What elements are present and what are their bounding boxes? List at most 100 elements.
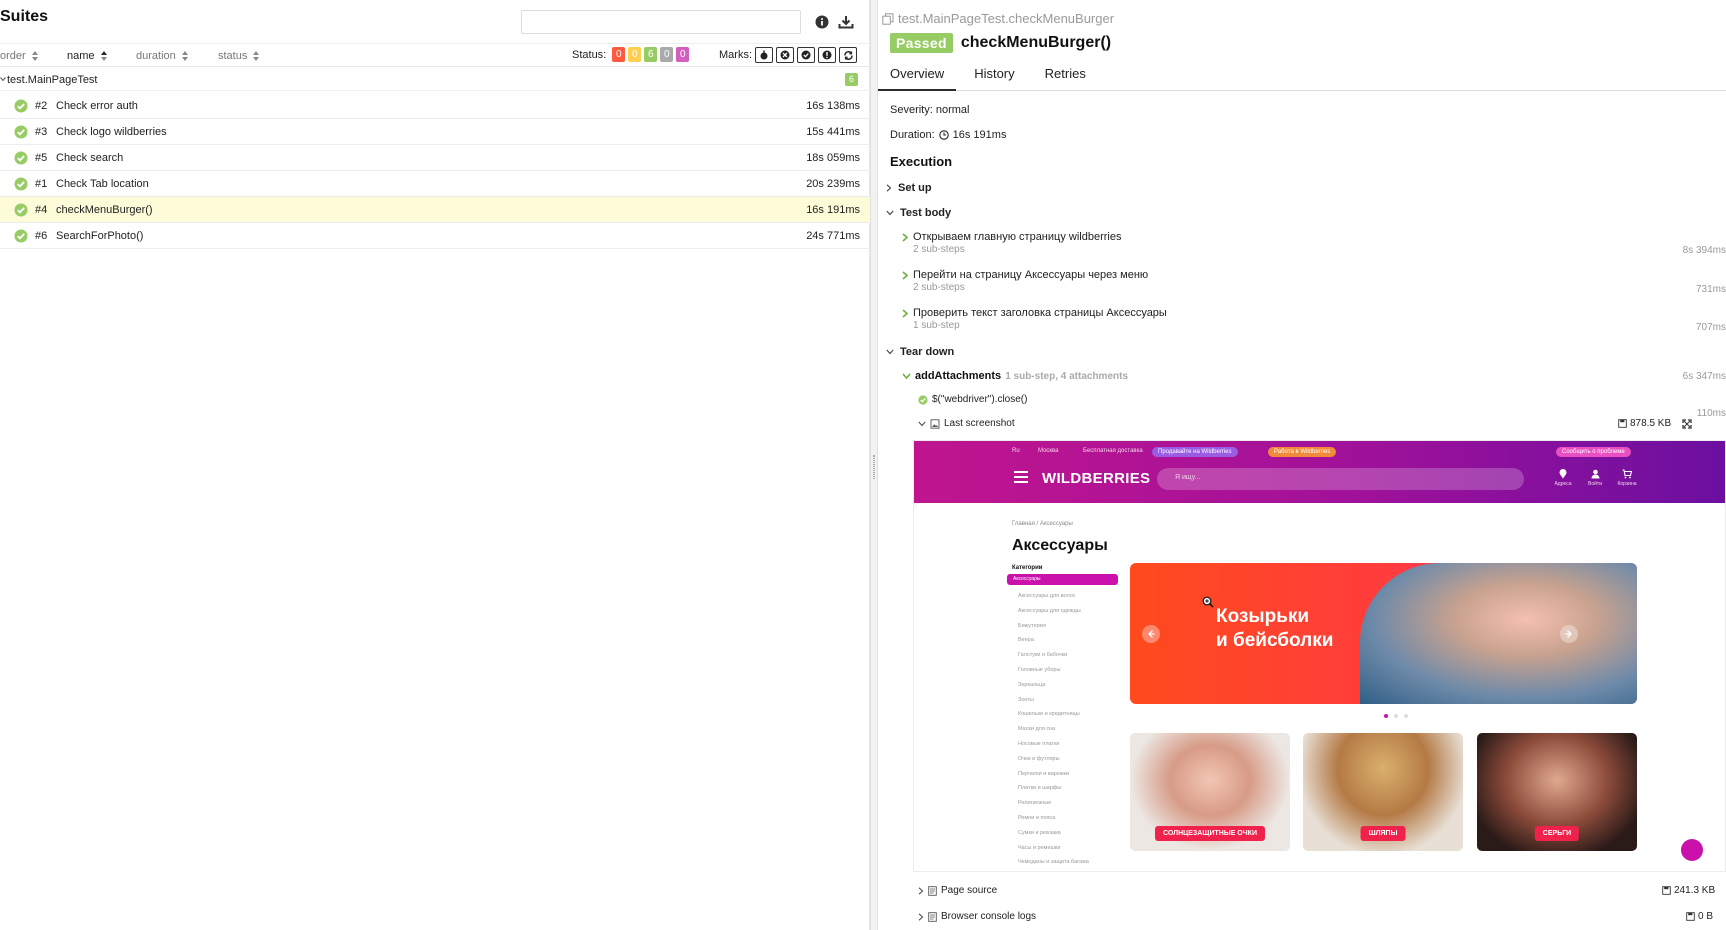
- new-failed-mark-icon[interactable]: [776, 47, 794, 63]
- marks-label: Marks:: [719, 49, 752, 61]
- test-body-section[interactable]: Test body: [886, 207, 951, 219]
- step-name: Проверить текст заголовка страницы Аксес…: [913, 307, 1167, 319]
- wb-category: Головные уборы: [1018, 666, 1061, 673]
- test-name: SearchForPhoto(): [56, 230, 144, 242]
- setup-label: Set up: [898, 182, 932, 194]
- wb-banner-dots: [1384, 714, 1408, 718]
- wb-categories: Аксессуары для волос Аксессуары для одеж…: [1018, 589, 1089, 870]
- wb-category: Перчатки и варежки: [1018, 770, 1070, 777]
- test-row[interactable]: #6 SearchForPhoto() 24s 771ms: [0, 223, 870, 249]
- test-row[interactable]: #1 Check Tab location 20s 239ms: [0, 171, 870, 197]
- wb-category: Аксессуары для волос: [1018, 593, 1076, 599]
- setup-section[interactable]: Set up: [886, 182, 932, 194]
- test-name: Check logo wildberries: [56, 126, 167, 138]
- info-icon[interactable]: [812, 12, 832, 32]
- duration-row: Duration: 16s 191ms: [890, 129, 1006, 141]
- step-duration: 8s 394ms: [1682, 245, 1726, 256]
- step-row[interactable]: Проверить текст заголовка страницы Аксес…: [902, 307, 1167, 331]
- pane-splitter[interactable]: [870, 0, 878, 930]
- test-row[interactable]: #2 Check error auth 16s 138ms: [0, 93, 870, 119]
- wb-search-placeholder: Я ищу...: [1175, 474, 1201, 481]
- step-row[interactable]: Перейти на страницу Аксессуары через мен…: [902, 269, 1148, 293]
- severity: Severity: normal: [890, 104, 970, 116]
- substep-duration: 110ms: [1696, 408, 1726, 419]
- pin-icon: [1559, 469, 1567, 479]
- passed-check-icon: [14, 151, 28, 165]
- tab-retries[interactable]: Retries: [1033, 62, 1098, 91]
- wb-delivery: Бесплатная доставка: [1083, 448, 1143, 454]
- search-input[interactable]: [521, 10, 801, 34]
- flaky-mark-icon[interactable]: [755, 47, 773, 63]
- teardown-label: Tear down: [900, 346, 955, 358]
- teardown-section[interactable]: Tear down: [886, 346, 954, 358]
- retries-mark-icon[interactable]: [839, 47, 857, 63]
- suites-pane: Suites order name duration status Status…: [0, 0, 870, 930]
- wb-category: Очки и футляры: [1018, 755, 1060, 762]
- chevron-right-icon: [918, 912, 924, 921]
- wb-page-body: Главная / Аксессуары Аксессуары Категори…: [914, 503, 1725, 871]
- wb-category: Маски для сна: [1018, 726, 1056, 733]
- copy-icon[interactable]: [882, 12, 894, 25]
- attachment-last-screenshot[interactable]: Last screenshot: [918, 418, 1015, 429]
- save-icon: [1662, 886, 1671, 895]
- wb-banner-line1: Козырьки: [1216, 606, 1310, 627]
- sort-status-label: status: [218, 50, 248, 62]
- wb-card-hats: ШЛЯПЫ: [1303, 733, 1463, 851]
- test-number: #6: [35, 230, 48, 242]
- attachment-name: Last screenshot: [944, 418, 1015, 429]
- sort-name[interactable]: name: [67, 50, 108, 62]
- wb-category: Религиозные: [1018, 800, 1052, 807]
- sort-duration-label: duration: [136, 50, 176, 62]
- test-row-selected[interactable]: #4 checkMenuBurger() 16s 191ms: [0, 197, 870, 223]
- status-failed-count[interactable]: 0: [612, 47, 626, 62]
- sort-duration[interactable]: duration: [136, 50, 189, 62]
- wb-category: Веера: [1018, 637, 1034, 644]
- test-body-label: Test body: [900, 207, 952, 219]
- suite-row[interactable]: test.MainPageTest 6: [0, 69, 870, 91]
- expand-icon[interactable]: [1682, 419, 1692, 429]
- sort-status[interactable]: status: [218, 50, 260, 62]
- wb-nav-label: Войти: [1588, 481, 1602, 487]
- substep-row[interactable]: $("webdriver").close(): [918, 394, 1027, 405]
- text-file-icon: [928, 911, 937, 922]
- status-unknown-count[interactable]: 0: [676, 47, 690, 62]
- add-attachments-duration: 6s 347ms: [1682, 371, 1726, 382]
- chevron-down-icon: [886, 349, 894, 355]
- test-row[interactable]: #3 Check logo wildberries 15s 441ms: [0, 119, 870, 145]
- new-passed-mark-icon[interactable]: [797, 47, 815, 63]
- test-full-name: test.MainPageTest.checkMenuBurger: [882, 11, 1114, 26]
- duration-label: Duration:: [890, 129, 935, 141]
- text-file-icon: [928, 885, 937, 896]
- new-broken-mark-icon[interactable]: [818, 47, 836, 63]
- tab-history[interactable]: History: [962, 62, 1026, 91]
- test-row[interactable]: #5 Check search 18s 059ms: [0, 145, 870, 171]
- status-filter: Status: 0 0 6 0 0: [572, 47, 690, 62]
- sort-bar: order name duration status Status: 0 0 6…: [0, 43, 870, 67]
- sort-name-label: name: [67, 50, 95, 62]
- wb-search: Я ищу...: [1157, 468, 1524, 490]
- status-skipped-count[interactable]: 0: [660, 47, 674, 62]
- user-icon: [1591, 469, 1599, 479]
- sort-order[interactable]: order: [0, 50, 39, 62]
- test-duration: 18s 059ms: [806, 152, 860, 164]
- step-substeps: 1 sub-step: [913, 320, 960, 331]
- step-row[interactable]: Открываем главную страницу wildberries 2…: [902, 231, 1121, 255]
- test-name: Check error auth: [56, 100, 138, 112]
- step-duration: 731ms: [1695, 284, 1726, 295]
- download-icon[interactable]: [836, 12, 856, 32]
- status-passed-count[interactable]: 6: [644, 47, 658, 62]
- tab-overview[interactable]: Overview: [878, 62, 957, 91]
- attachment-page-source[interactable]: Page source: [918, 885, 997, 896]
- status-broken-count[interactable]: 0: [628, 47, 642, 62]
- wb-header: Ru Москва Бесплатная доставка Продавайте…: [914, 441, 1725, 503]
- sort-arrows-icon: [100, 51, 108, 61]
- test-duration: 24s 771ms: [806, 230, 860, 242]
- allure-report-app: Suites order name duration status Status…: [0, 0, 1726, 930]
- test-number: #3: [35, 126, 48, 138]
- passed-check-icon: [14, 229, 28, 243]
- attachment-console-logs[interactable]: Browser console logs: [918, 911, 1036, 922]
- add-attachments-step[interactable]: addAttachments 1 sub-step, 4 attachments: [902, 370, 1128, 382]
- screenshot-preview[interactable]: Ru Москва Бесплатная доставка Продавайте…: [913, 440, 1726, 872]
- wb-category-active: Аксессуары: [1007, 574, 1118, 585]
- test-name: checkMenuBurger(): [56, 204, 153, 216]
